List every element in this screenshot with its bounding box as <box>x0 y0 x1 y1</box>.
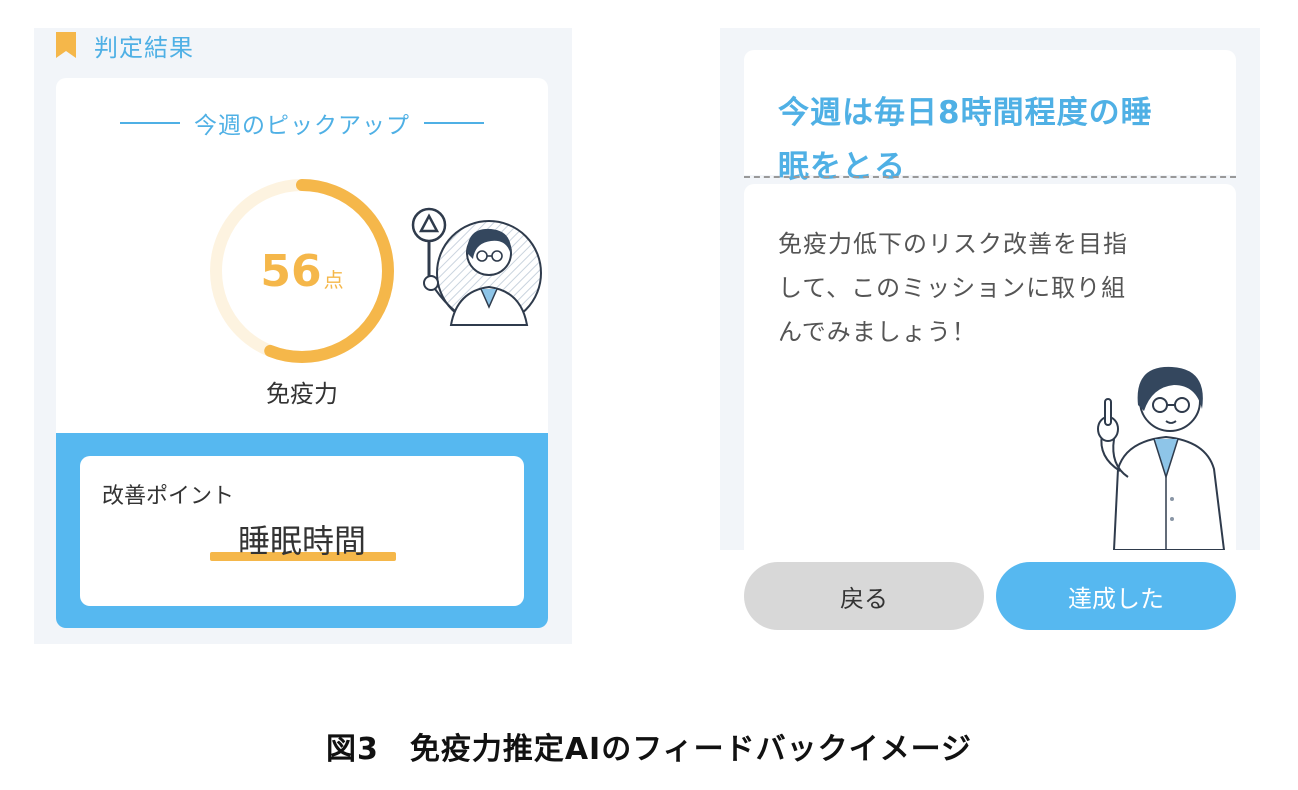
figure-caption: 図3 免疫力推定AIのフィードバックイメージ <box>325 732 973 767</box>
metric-name: 免疫力 <box>266 380 338 408</box>
mission-message-line: 免疫力低下のリスク改善を目指 <box>778 230 1128 258</box>
improvement-label: 改善ポイント <box>102 484 235 509</box>
mission-panel: 今週は毎日8時間程度の睡 眠をとる 免疫力低下のリスク改善を目指 して、このミッ… <box>720 28 1260 550</box>
message-card: 免疫力低下のリスク改善を目指 して、このミッションに取り組 んでみましょう！ <box>744 184 1236 550</box>
pickup-line-left <box>120 122 180 124</box>
mission-message-line: して、このミッションに取り組 <box>778 274 1127 302</box>
improvement-band: 改善ポイント 睡眠時間 <box>56 433 548 628</box>
pickup-line-right <box>424 122 484 124</box>
improvement-box: 改善ポイント 睡眠時間 <box>80 456 524 606</box>
result-title: 判定結果 <box>94 33 194 62</box>
bookmark-icon <box>56 32 76 58</box>
done-button[interactable]: 達成した <box>996 562 1236 630</box>
result-panel: 判定結果 今週のピックアップ 56 点 免疫力 改善ポイント 睡眠時間 <box>34 28 572 644</box>
score-value: 56 <box>260 245 322 297</box>
score-readout: 56 点 <box>204 173 400 369</box>
doctor-pointing-finger-icon <box>1097 366 1226 550</box>
improvement-value: 睡眠時間 <box>237 522 366 560</box>
mission-title-line: 今週は毎日8時間程度の睡 <box>778 95 1153 131</box>
score-unit: 点 <box>323 267 344 292</box>
result-card: 今週のピックアップ 56 点 免疫力 改善ポイント 睡眠時間 <box>56 78 548 628</box>
mission-card: 今週は毎日8時間程度の睡 眠をとる <box>744 50 1236 185</box>
dashed-divider <box>744 176 1236 178</box>
pickup-title: 今週のピックアップ <box>194 113 410 139</box>
doctor-holding-triangle-sign-icon <box>411 207 542 326</box>
pickup-heading: 今週のピックアップ <box>56 106 548 140</box>
result-header: 判定結果 <box>56 28 194 62</box>
mission-message-line: んでみましょう！ <box>778 318 977 346</box>
back-button[interactable]: 戻る <box>744 562 984 630</box>
mission-message: 免疫力低下のリスク改善を目指 して、このミッションに取り組 んでみましょう！ <box>778 222 1198 354</box>
